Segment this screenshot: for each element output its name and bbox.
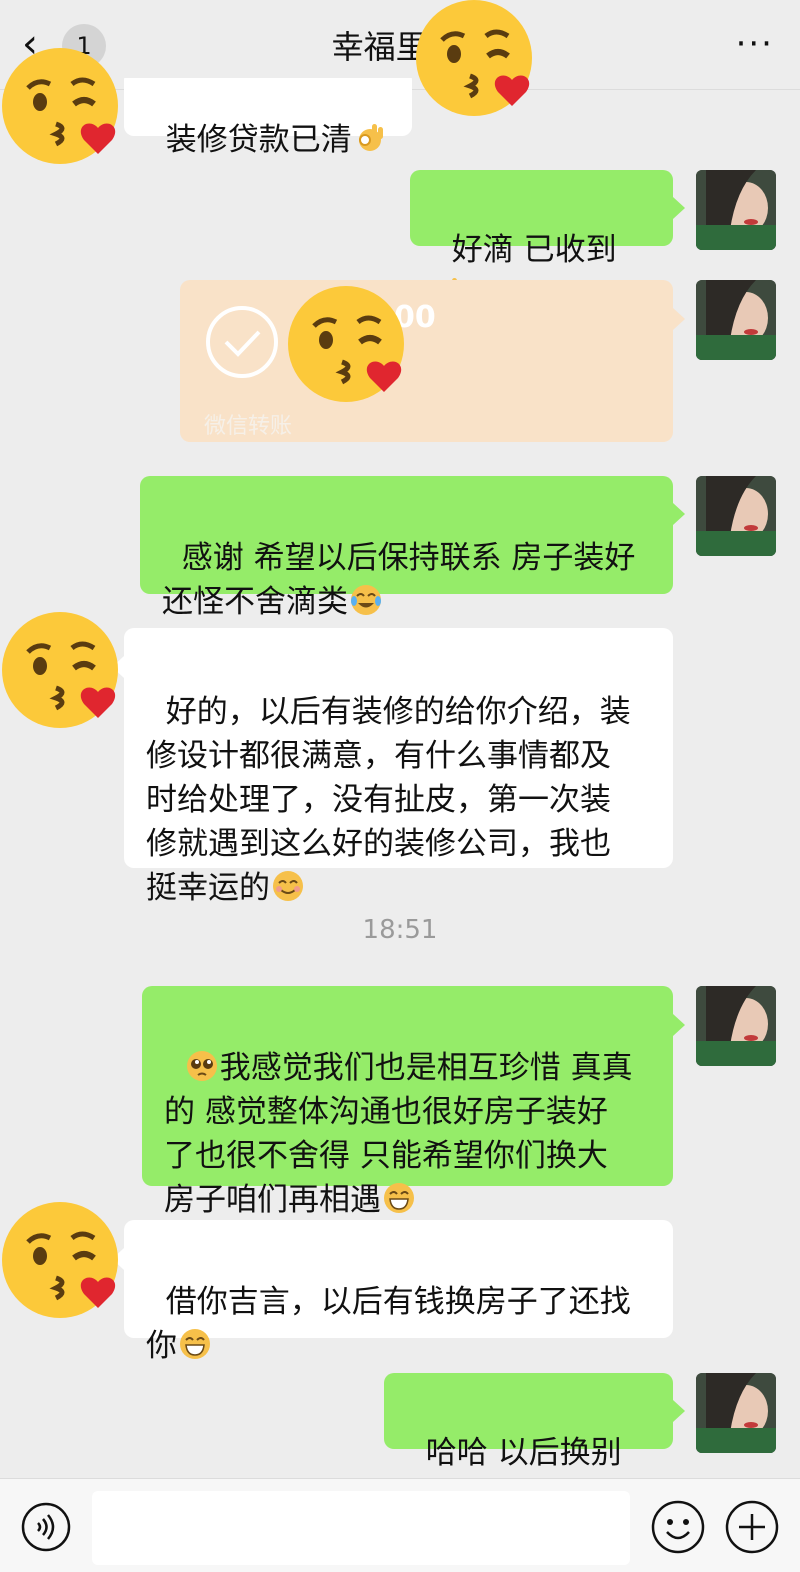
emoji-picker-icon[interactable]	[650, 1499, 706, 1555]
message-bubble-right[interactable]: 感谢 希望以后保持联系 房子装好 还怪不舍滴类	[140, 476, 673, 620]
grin-emoji-icon	[384, 1183, 414, 1213]
bubble-tail	[673, 1400, 685, 1422]
avatar-image	[696, 280, 776, 360]
kissing-heart-sticker-icon	[2, 48, 118, 164]
more-functions-plus-icon[interactable]	[724, 1499, 780, 1555]
avatar[interactable]	[696, 280, 776, 360]
bubble-tail	[673, 308, 685, 330]
message-input[interactable]	[92, 1491, 630, 1565]
voice-input-icon[interactable]	[20, 1501, 72, 1553]
message-bubble-left[interactable]: 装修贷款已清	[124, 70, 412, 158]
avatar[interactable]	[696, 170, 776, 250]
kissing-heart-sticker-icon	[416, 0, 532, 116]
message-timestamp: 18:51	[362, 915, 438, 945]
avatar-image	[696, 170, 776, 250]
avatar-image	[696, 1373, 776, 1453]
smile-emoji-icon	[273, 871, 303, 901]
avatar-image	[696, 476, 776, 556]
message-text: 好的，以后有装修的给你介绍，装 修设计都很满意，有什么事情都及 时给处理了，没有…	[146, 694, 631, 906]
bubble-tail	[673, 197, 685, 219]
avatar[interactable]	[696, 476, 776, 556]
message-bubble-right[interactable]: 我感觉我们也是相互珍惜 真真 的 感觉整体沟通也很好房子装好 了也很不舍得 只能…	[142, 986, 673, 1218]
input-bar	[0, 1478, 800, 1572]
kissing-heart-sticker-icon	[2, 1202, 118, 1318]
grin-emoji-icon	[180, 1329, 210, 1359]
avatar[interactable]	[696, 986, 776, 1066]
message-text: 好滴 已收到	[451, 232, 617, 268]
pleading-emoji-icon	[186, 1051, 217, 1081]
bubble-tail	[673, 1014, 685, 1036]
kissing-heart-sticker-icon	[288, 286, 404, 402]
avatar-image	[696, 986, 776, 1066]
more-options-icon[interactable]: ···	[736, 22, 774, 66]
message-bubble-left[interactable]: 好的，以后有装修的给你介绍，装 修设计都很满意，有什么事情都及 时给处理了，没有…	[124, 628, 673, 906]
message-bubble-left[interactable]: 借你吉言，以后有钱换房子了还找 你	[124, 1220, 673, 1364]
tears-of-joy-emoji-icon	[351, 585, 381, 615]
avatar[interactable]	[696, 1373, 776, 1453]
message-text: 装修贷款已清	[165, 122, 352, 158]
bubble-tail	[673, 503, 685, 525]
transfer-label: 微信转账	[204, 414, 293, 439]
ok-hand-emoji-icon	[358, 124, 383, 151]
message-bubble-right[interactable]: 好滴 已收到	[410, 170, 673, 305]
message-text: 感谢 希望以后保持联系 房子装好 还怪不舍滴类	[162, 540, 636, 620]
message-bubble-right[interactable]: 哈哈 以后换别墅	[384, 1373, 673, 1515]
kissing-heart-sticker-icon	[2, 612, 118, 728]
transfer-check-icon	[206, 306, 278, 378]
message-text: 借你吉言，以后有钱换房子了还找 你	[146, 1284, 631, 1364]
